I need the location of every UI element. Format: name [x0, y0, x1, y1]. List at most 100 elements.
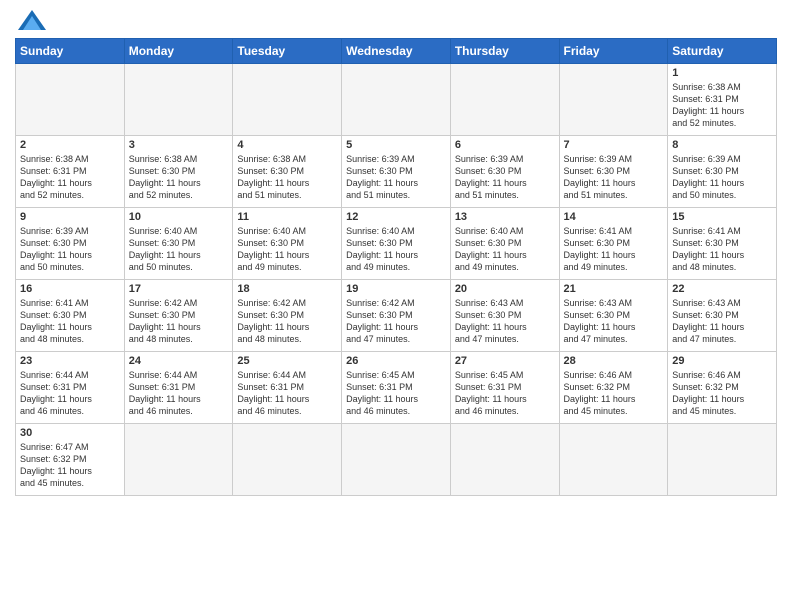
calendar-day-cell: 20 Sunrise: 6:43 AM Sunset: 6:30 PM Dayli…: [450, 280, 559, 352]
day-info: Sunrise: 6:44 AM Sunset: 6:31 PM Dayligh…: [237, 369, 337, 418]
calendar-day-cell: [124, 64, 233, 136]
calendar-day-cell: 23Sunrise: 6:44 AM Sunset: 6:31 PM Dayli…: [16, 352, 125, 424]
calendar-day-cell: 27 Sunrise: 6:45 AM Sunset: 6:31 PM Dayli…: [450, 352, 559, 424]
day-info: Sunrise: 6:42 AM Sunset: 6:30 PM Dayligh…: [237, 297, 337, 346]
day-info: Sunrise: 6:41 AM Sunset: 6:30 PM Dayligh…: [20, 297, 120, 346]
day-info: Sunrise: 6:38 AM Sunset: 6:30 PM Dayligh…: [129, 153, 229, 202]
day-number: 24: [129, 355, 229, 367]
day-info: Sunrise: 6:46 AM Sunset: 6:32 PM Dayligh…: [672, 369, 772, 418]
day-number: 15: [672, 211, 772, 223]
day-number: 10: [129, 211, 229, 223]
day-number: 9: [20, 211, 120, 223]
day-info: Sunrise: 6:40 AM Sunset: 6:30 PM Dayligh…: [346, 225, 446, 274]
day-number: 14: [564, 211, 664, 223]
calendar-day-cell: [450, 424, 559, 496]
calendar-week-row: 16 Sunrise: 6:41 AM Sunset: 6:30 PM Dayli…: [16, 280, 777, 352]
day-number: 29: [672, 355, 772, 367]
day-info: Sunrise: 6:39 AM Sunset: 6:30 PM Dayligh…: [564, 153, 664, 202]
calendar-header: SundayMondayTuesdayWednesdayThursdayFrid…: [16, 39, 777, 64]
logo-icon: [18, 10, 46, 30]
day-info: Sunrise: 6:47 AM Sunset: 6:32 PM Dayligh…: [20, 441, 120, 490]
calendar-day-cell: 2 Sunrise: 6:38 AM Sunset: 6:31 PM Daylig…: [16, 136, 125, 208]
calendar-day-cell: [124, 424, 233, 496]
calendar-day-cell: [342, 64, 451, 136]
weekday-header-saturday: Saturday: [668, 39, 777, 64]
logo: [15, 10, 46, 30]
day-info: Sunrise: 6:40 AM Sunset: 6:30 PM Dayligh…: [129, 225, 229, 274]
day-number: 20: [455, 283, 555, 295]
calendar-day-cell: 22 Sunrise: 6:43 AM Sunset: 6:30 PM Dayli…: [668, 280, 777, 352]
weekday-header-sunday: Sunday: [16, 39, 125, 64]
calendar-table: SundayMondayTuesdayWednesdayThursdayFrid…: [15, 38, 777, 496]
calendar-day-cell: 1 Sunrise: 6:38 AM Sunset: 6:31 PM Daylig…: [668, 64, 777, 136]
day-info: Sunrise: 6:45 AM Sunset: 6:31 PM Dayligh…: [346, 369, 446, 418]
day-number: 27: [455, 355, 555, 367]
calendar-day-cell: 12 Sunrise: 6:40 AM Sunset: 6:30 PM Dayli…: [342, 208, 451, 280]
day-info: Sunrise: 6:41 AM Sunset: 6:30 PM Dayligh…: [564, 225, 664, 274]
calendar-body: 1 Sunrise: 6:38 AM Sunset: 6:31 PM Daylig…: [16, 64, 777, 496]
calendar-day-cell: 16 Sunrise: 6:41 AM Sunset: 6:30 PM Dayli…: [16, 280, 125, 352]
day-number: 7: [564, 139, 664, 151]
calendar-day-cell: 25 Sunrise: 6:44 AM Sunset: 6:31 PM Dayli…: [233, 352, 342, 424]
calendar-day-cell: 28Sunrise: 6:46 AM Sunset: 6:32 PM Dayli…: [559, 352, 668, 424]
calendar-day-cell: [16, 64, 125, 136]
day-number: 28: [564, 355, 664, 367]
day-number: 4: [237, 139, 337, 151]
calendar-day-cell: 6Sunrise: 6:39 AM Sunset: 6:30 PM Daylig…: [450, 136, 559, 208]
weekday-header-thursday: Thursday: [450, 39, 559, 64]
day-info: Sunrise: 6:42 AM Sunset: 6:30 PM Dayligh…: [346, 297, 446, 346]
calendar-day-cell: 8Sunrise: 6:39 AM Sunset: 6:30 PM Daylig…: [668, 136, 777, 208]
day-number: 19: [346, 283, 446, 295]
day-info: Sunrise: 6:45 AM Sunset: 6:31 PM Dayligh…: [455, 369, 555, 418]
day-number: 16: [20, 283, 120, 295]
day-number: 2: [20, 139, 120, 151]
day-info: Sunrise: 6:41 AM Sunset: 6:30 PM Dayligh…: [672, 225, 772, 274]
calendar-week-row: 2 Sunrise: 6:38 AM Sunset: 6:31 PM Daylig…: [16, 136, 777, 208]
calendar-day-cell: 10 Sunrise: 6:40 AM Sunset: 6:30 PM Dayli…: [124, 208, 233, 280]
calendar-day-cell: 5 Sunrise: 6:39 AM Sunset: 6:30 PM Daylig…: [342, 136, 451, 208]
weekday-header-friday: Friday: [559, 39, 668, 64]
weekday-row: SundayMondayTuesdayWednesdayThursdayFrid…: [16, 39, 777, 64]
calendar-day-cell: 19 Sunrise: 6:42 AM Sunset: 6:30 PM Dayli…: [342, 280, 451, 352]
calendar-day-cell: [559, 64, 668, 136]
day-number: 5: [346, 139, 446, 151]
calendar-day-cell: [668, 424, 777, 496]
day-number: 25: [237, 355, 337, 367]
day-number: 22: [672, 283, 772, 295]
day-info: Sunrise: 6:43 AM Sunset: 6:30 PM Dayligh…: [455, 297, 555, 346]
day-number: 12: [346, 211, 446, 223]
calendar-day-cell: 15 Sunrise: 6:41 AM Sunset: 6:30 PM Dayli…: [668, 208, 777, 280]
calendar-day-cell: [233, 64, 342, 136]
weekday-header-wednesday: Wednesday: [342, 39, 451, 64]
day-info: Sunrise: 6:43 AM Sunset: 6:30 PM Dayligh…: [564, 297, 664, 346]
calendar-day-cell: 11Sunrise: 6:40 AM Sunset: 6:30 PM Dayli…: [233, 208, 342, 280]
calendar-day-cell: 17Sunrise: 6:42 AM Sunset: 6:30 PM Dayli…: [124, 280, 233, 352]
calendar-week-row: 30Sunrise: 6:47 AM Sunset: 6:32 PM Dayli…: [16, 424, 777, 496]
weekday-header-tuesday: Tuesday: [233, 39, 342, 64]
day-info: Sunrise: 6:39 AM Sunset: 6:30 PM Dayligh…: [346, 153, 446, 202]
day-number: 1: [672, 67, 772, 79]
day-info: Sunrise: 6:44 AM Sunset: 6:31 PM Dayligh…: [20, 369, 120, 418]
day-info: Sunrise: 6:40 AM Sunset: 6:30 PM Dayligh…: [237, 225, 337, 274]
day-info: Sunrise: 6:39 AM Sunset: 6:30 PM Dayligh…: [20, 225, 120, 274]
day-info: Sunrise: 6:40 AM Sunset: 6:30 PM Dayligh…: [455, 225, 555, 274]
day-number: 26: [346, 355, 446, 367]
day-info: Sunrise: 6:44 AM Sunset: 6:31 PM Dayligh…: [129, 369, 229, 418]
calendar-day-cell: [450, 64, 559, 136]
day-number: 18: [237, 283, 337, 295]
day-info: Sunrise: 6:39 AM Sunset: 6:30 PM Dayligh…: [672, 153, 772, 202]
calendar-day-cell: 3Sunrise: 6:38 AM Sunset: 6:30 PM Daylig…: [124, 136, 233, 208]
day-info: Sunrise: 6:38 AM Sunset: 6:31 PM Dayligh…: [20, 153, 120, 202]
day-number: 13: [455, 211, 555, 223]
calendar-day-cell: [559, 424, 668, 496]
calendar-day-cell: 9 Sunrise: 6:39 AM Sunset: 6:30 PM Daylig…: [16, 208, 125, 280]
calendar-day-cell: 7 Sunrise: 6:39 AM Sunset: 6:30 PM Daylig…: [559, 136, 668, 208]
day-info: Sunrise: 6:43 AM Sunset: 6:30 PM Dayligh…: [672, 297, 772, 346]
day-number: 17: [129, 283, 229, 295]
calendar-day-cell: 21Sunrise: 6:43 AM Sunset: 6:30 PM Dayli…: [559, 280, 668, 352]
calendar-day-cell: 13 Sunrise: 6:40 AM Sunset: 6:30 PM Dayli…: [450, 208, 559, 280]
calendar-day-cell: 18 Sunrise: 6:42 AM Sunset: 6:30 PM Dayli…: [233, 280, 342, 352]
calendar-week-row: 23Sunrise: 6:44 AM Sunset: 6:31 PM Dayli…: [16, 352, 777, 424]
day-info: Sunrise: 6:38 AM Sunset: 6:31 PM Dayligh…: [672, 81, 772, 130]
day-info: Sunrise: 6:38 AM Sunset: 6:30 PM Dayligh…: [237, 153, 337, 202]
